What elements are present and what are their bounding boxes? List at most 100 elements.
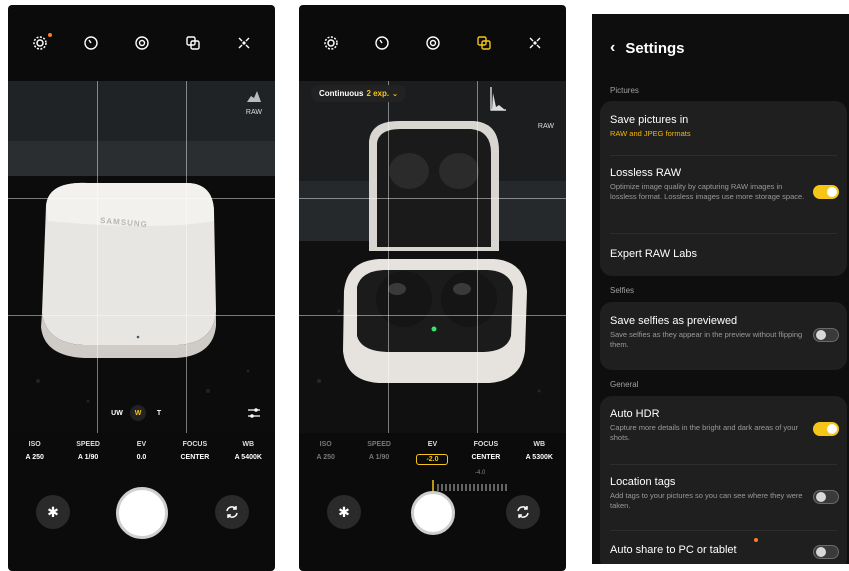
pro-settings-row: ISO A 250 SPEED A 1/90 EV 0.0 FOCUS CENTER W… bbox=[8, 441, 275, 461]
shutter-button[interactable] bbox=[115, 487, 168, 539]
camera-screen-1: SAMSUNG RAW UW W T ISO A 250 SPEED A 1/90 … bbox=[8, 5, 275, 571]
save-pictures-sub: RAW and JPEG formats bbox=[610, 129, 691, 138]
zoom-w[interactable]: W bbox=[130, 405, 146, 421]
expert-raw-labs-item[interactable]: Expert RAW Labs bbox=[610, 248, 837, 260]
wb-label: WB bbox=[242, 441, 255, 448]
camera-screen-2: Continuous 2 exp. ⌄ RAW ISO A 250 SPEED A … bbox=[299, 5, 566, 571]
iso-label: ISO bbox=[28, 441, 41, 448]
iso-setting[interactable]: ISO A 250 bbox=[10, 441, 60, 461]
focus-setting[interactable]: FOCUS CENTER bbox=[461, 441, 511, 465]
focus-label: FOCUS bbox=[182, 441, 208, 448]
lossless-raw-title: Lossless RAW bbox=[610, 167, 682, 179]
save-selfies-item[interactable]: Save selfies as previewed Save selfies a… bbox=[610, 315, 837, 350]
wb-value: A 5300K bbox=[525, 454, 553, 461]
speed-setting[interactable]: SPEED A 1/90 bbox=[63, 441, 113, 461]
ev-setting[interactable]: EV -2.0 bbox=[407, 441, 457, 465]
settings-gear-icon[interactable] bbox=[321, 33, 341, 53]
focus-value: CENTER bbox=[180, 454, 210, 461]
timer-icon[interactable] bbox=[81, 33, 101, 53]
raw-indicator: RAW bbox=[245, 109, 262, 116]
histogram-icon[interactable] bbox=[490, 87, 506, 116]
viewfinder-scene bbox=[8, 81, 275, 433]
auto-hdr-item[interactable]: Auto HDR Capture more details in the bri… bbox=[610, 408, 837, 443]
auto-share-item[interactable]: Auto share to PC or tablet bbox=[610, 544, 837, 556]
adjust-sliders-icon[interactable] bbox=[247, 406, 261, 424]
save-selfies-sub: Save selfies as they appear in the previ… bbox=[610, 330, 803, 349]
zoom-uw[interactable]: UW bbox=[110, 410, 124, 417]
lossless-raw-toggle[interactable] bbox=[813, 185, 839, 199]
lossless-raw-sub: Optimize image quality by capturing RAW … bbox=[610, 182, 805, 201]
continuous-value: 2 exp. bbox=[366, 89, 390, 98]
timer-icon[interactable] bbox=[372, 33, 392, 53]
capture-bar: ✱ bbox=[299, 481, 566, 571]
iso-value: A 250 bbox=[25, 454, 44, 461]
lossless-raw-item[interactable]: Lossless RAW Optimize image quality by c… bbox=[610, 167, 837, 202]
chevron-down-icon: ⌄ bbox=[392, 90, 398, 98]
ev-setting[interactable]: EV 0.0 bbox=[116, 441, 166, 461]
ev-label: EV bbox=[427, 441, 438, 448]
iso-setting[interactable]: ISO A 250 bbox=[301, 441, 351, 465]
wb-setting[interactable]: WB A 5400K bbox=[223, 441, 273, 461]
save-selfies-title: Save selfies as previewed bbox=[610, 315, 738, 327]
auto-share-toggle[interactable] bbox=[813, 545, 839, 559]
camera-toolbar bbox=[8, 5, 275, 81]
back-arrow-icon[interactable]: ‹ bbox=[610, 39, 615, 57]
continuous-prefix: Continuous bbox=[319, 89, 364, 98]
more-tools-icon[interactable] bbox=[234, 33, 254, 53]
section-general: General bbox=[610, 380, 639, 389]
speed-label: SPEED bbox=[367, 441, 391, 448]
histogram-icon[interactable] bbox=[247, 89, 261, 107]
viewfinder-scene bbox=[299, 81, 566, 433]
speed-setting[interactable]: SPEED A 1/90 bbox=[354, 441, 404, 465]
viewfinder[interactable]: SAMSUNG RAW UW W T bbox=[8, 81, 275, 433]
focus-setting[interactable]: FOCUS CENTER bbox=[170, 441, 220, 461]
location-tags-sub: Add tags to your pictures so you can see… bbox=[610, 491, 803, 510]
save-pictures-item[interactable]: Save pictures in RAW and JPEG formats bbox=[610, 114, 837, 139]
speed-value: A 1/90 bbox=[368, 454, 390, 461]
auto-hdr-title: Auto HDR bbox=[610, 408, 660, 420]
wb-setting[interactable]: WB A 5300K bbox=[514, 441, 564, 465]
pro-settings-row: ISO A 250 SPEED A 1/90 EV -2.0 FOCUS CENTER … bbox=[299, 441, 566, 465]
section-selfies: Selfies bbox=[610, 286, 635, 295]
auto-hdr-toggle[interactable] bbox=[813, 422, 839, 436]
shutter-button[interactable] bbox=[410, 491, 455, 535]
page-title: Settings bbox=[625, 39, 685, 57]
focus-value: CENTER bbox=[471, 454, 501, 461]
iso-label: ISO bbox=[319, 441, 332, 448]
continuous-capture-chip[interactable]: Continuous 2 exp. ⌄ bbox=[311, 85, 406, 102]
auto-hdr-sub: Capture more details in the bright and d… bbox=[610, 423, 799, 442]
speed-value: A 1/90 bbox=[77, 454, 99, 461]
location-tags-title: Location tags bbox=[610, 476, 676, 488]
ev-scale-label: -4.0 bbox=[475, 470, 486, 476]
save-selfies-toggle[interactable] bbox=[813, 328, 839, 342]
multi-exposure-icon[interactable] bbox=[183, 33, 203, 53]
save-pictures-title: Save pictures in bbox=[610, 114, 689, 126]
snowflake-icon: ✱ bbox=[47, 503, 59, 520]
ev-value: -2.0 bbox=[416, 454, 449, 465]
general-card: Auto HDR Capture more details in the bri… bbox=[600, 396, 847, 564]
effects-button[interactable]: ✱ bbox=[327, 495, 361, 529]
more-tools-icon[interactable] bbox=[525, 33, 545, 53]
auto-share-title: Auto share to PC or tablet bbox=[610, 544, 737, 556]
zoom-t[interactable]: T bbox=[152, 410, 166, 417]
location-tags-item[interactable]: Location tags Add tags to your pictures … bbox=[610, 476, 837, 511]
zoom-selector: UW W T bbox=[110, 405, 166, 421]
expert-raw-labs-title: Expert RAW Labs bbox=[610, 248, 698, 260]
focus-label: FOCUS bbox=[473, 441, 499, 448]
snowflake-icon: ✱ bbox=[338, 503, 350, 520]
multi-exposure-icon-active[interactable] bbox=[474, 33, 494, 53]
motion-photo-icon[interactable] bbox=[132, 33, 152, 53]
raw-indicator: RAW bbox=[537, 123, 554, 130]
wb-label: WB bbox=[533, 441, 546, 448]
settings-gear-icon[interactable] bbox=[30, 33, 52, 53]
viewfinder[interactable]: Continuous 2 exp. ⌄ RAW bbox=[299, 81, 566, 433]
switch-camera-button[interactable] bbox=[506, 495, 540, 529]
ev-value: 0.0 bbox=[136, 454, 147, 461]
switch-camera-icon bbox=[517, 506, 529, 518]
motion-photo-icon[interactable] bbox=[423, 33, 443, 53]
notification-dot bbox=[47, 33, 52, 37]
location-tags-toggle[interactable] bbox=[813, 490, 839, 504]
iso-value: A 250 bbox=[316, 454, 335, 461]
effects-button[interactable]: ✱ bbox=[36, 495, 70, 529]
switch-camera-button[interactable] bbox=[215, 495, 249, 529]
